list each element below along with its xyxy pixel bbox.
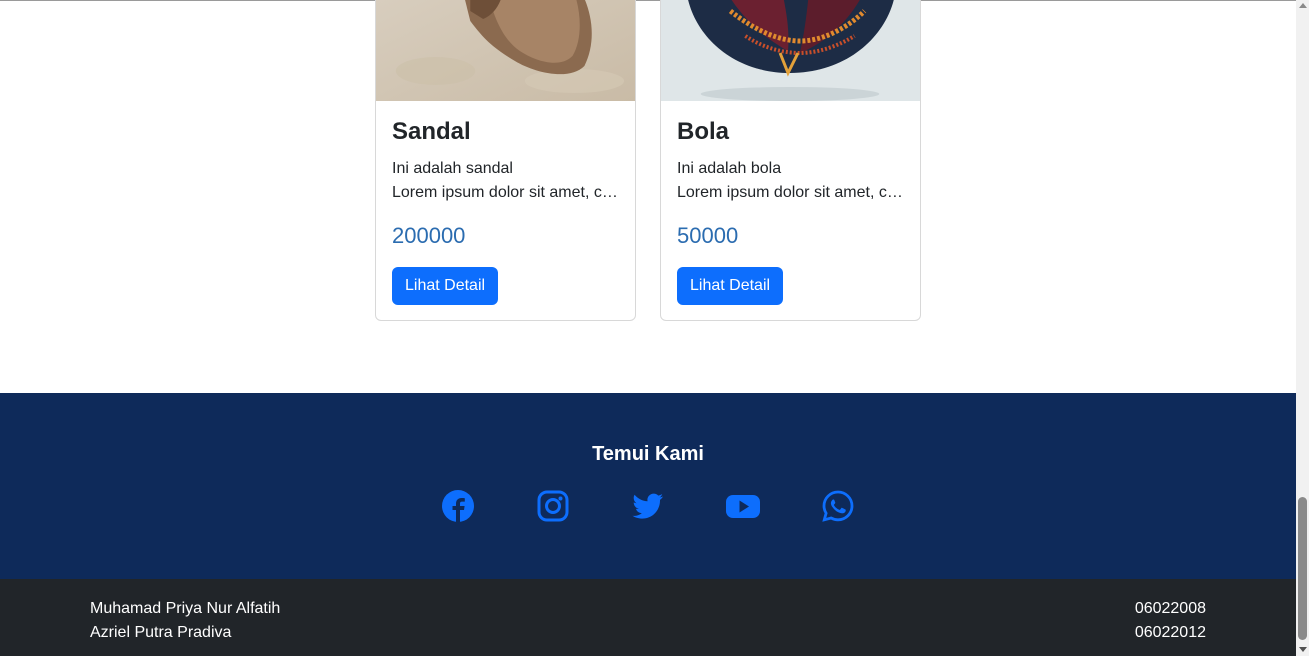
product-card-bola: Bola Ini adalah bola Lorem ipsum dolor s…: [660, 0, 921, 321]
youtube-icon[interactable]: [725, 488, 761, 524]
product-desc-line: Ini adalah bola: [677, 160, 782, 177]
scroll-down-arrow-icon[interactable]: [1299, 647, 1307, 652]
product-lorem-line: Lorem ipsum dolor sit amet, consectetur …: [392, 184, 620, 201]
lihat-detail-button[interactable]: Lihat Detail: [677, 267, 784, 305]
contact-title: Temui Kami: [592, 443, 704, 465]
product-price: 200000: [392, 223, 466, 248]
footer-ids: 06022008 06022012: [1135, 597, 1206, 645]
facebook-icon[interactable]: [440, 488, 476, 524]
product-description: Ini adalah sandal Lorem ipsum dolor sit …: [392, 157, 620, 205]
member-id: 06022008: [1134, 600, 1206, 617]
member-name: Muhamad Priya Nur Alfatih: [90, 600, 281, 617]
page-viewport: Sandal Ini adalah sandal Lorem ipsum dol…: [0, 0, 1309, 656]
product-lorem-line: Lorem ipsum dolor sit amet, consectetur …: [677, 184, 905, 201]
twitter-icon[interactable]: [630, 488, 666, 524]
contact-section: Temui Kami: [0, 393, 1296, 579]
product-description: Ini adalah bola Lorem ipsum dolor sit am…: [677, 157, 905, 205]
product-desc-line: Ini adalah sandal: [392, 160, 513, 177]
instagram-icon[interactable]: [535, 488, 571, 524]
product-card-sandal: Sandal Ini adalah sandal Lorem ipsum dol…: [375, 0, 636, 321]
scroll-up-arrow-icon[interactable]: [1299, 3, 1307, 8]
product-image-sandal: [376, 0, 635, 101]
footer: Muhamad Priya Nur Alfatih Azriel Putra P…: [0, 579, 1296, 656]
product-price: 50000: [677, 223, 739, 248]
vertical-scrollbar[interactable]: [1296, 0, 1309, 656]
product-image-bola: [661, 0, 920, 101]
top-divider: [0, 0, 1296, 1]
member-name: Azriel Putra Pradiva: [90, 624, 232, 641]
product-title: Bola: [677, 118, 730, 145]
member-id: 06022012: [1134, 624, 1206, 641]
scrollbar-thumb[interactable]: [1298, 497, 1307, 640]
product-title: Sandal: [392, 118, 471, 145]
whatsapp-icon[interactable]: [820, 488, 856, 524]
lihat-detail-button[interactable]: Lihat Detail: [392, 267, 499, 305]
footer-names: Muhamad Priya Nur Alfatih Azriel Putra P…: [90, 597, 280, 645]
